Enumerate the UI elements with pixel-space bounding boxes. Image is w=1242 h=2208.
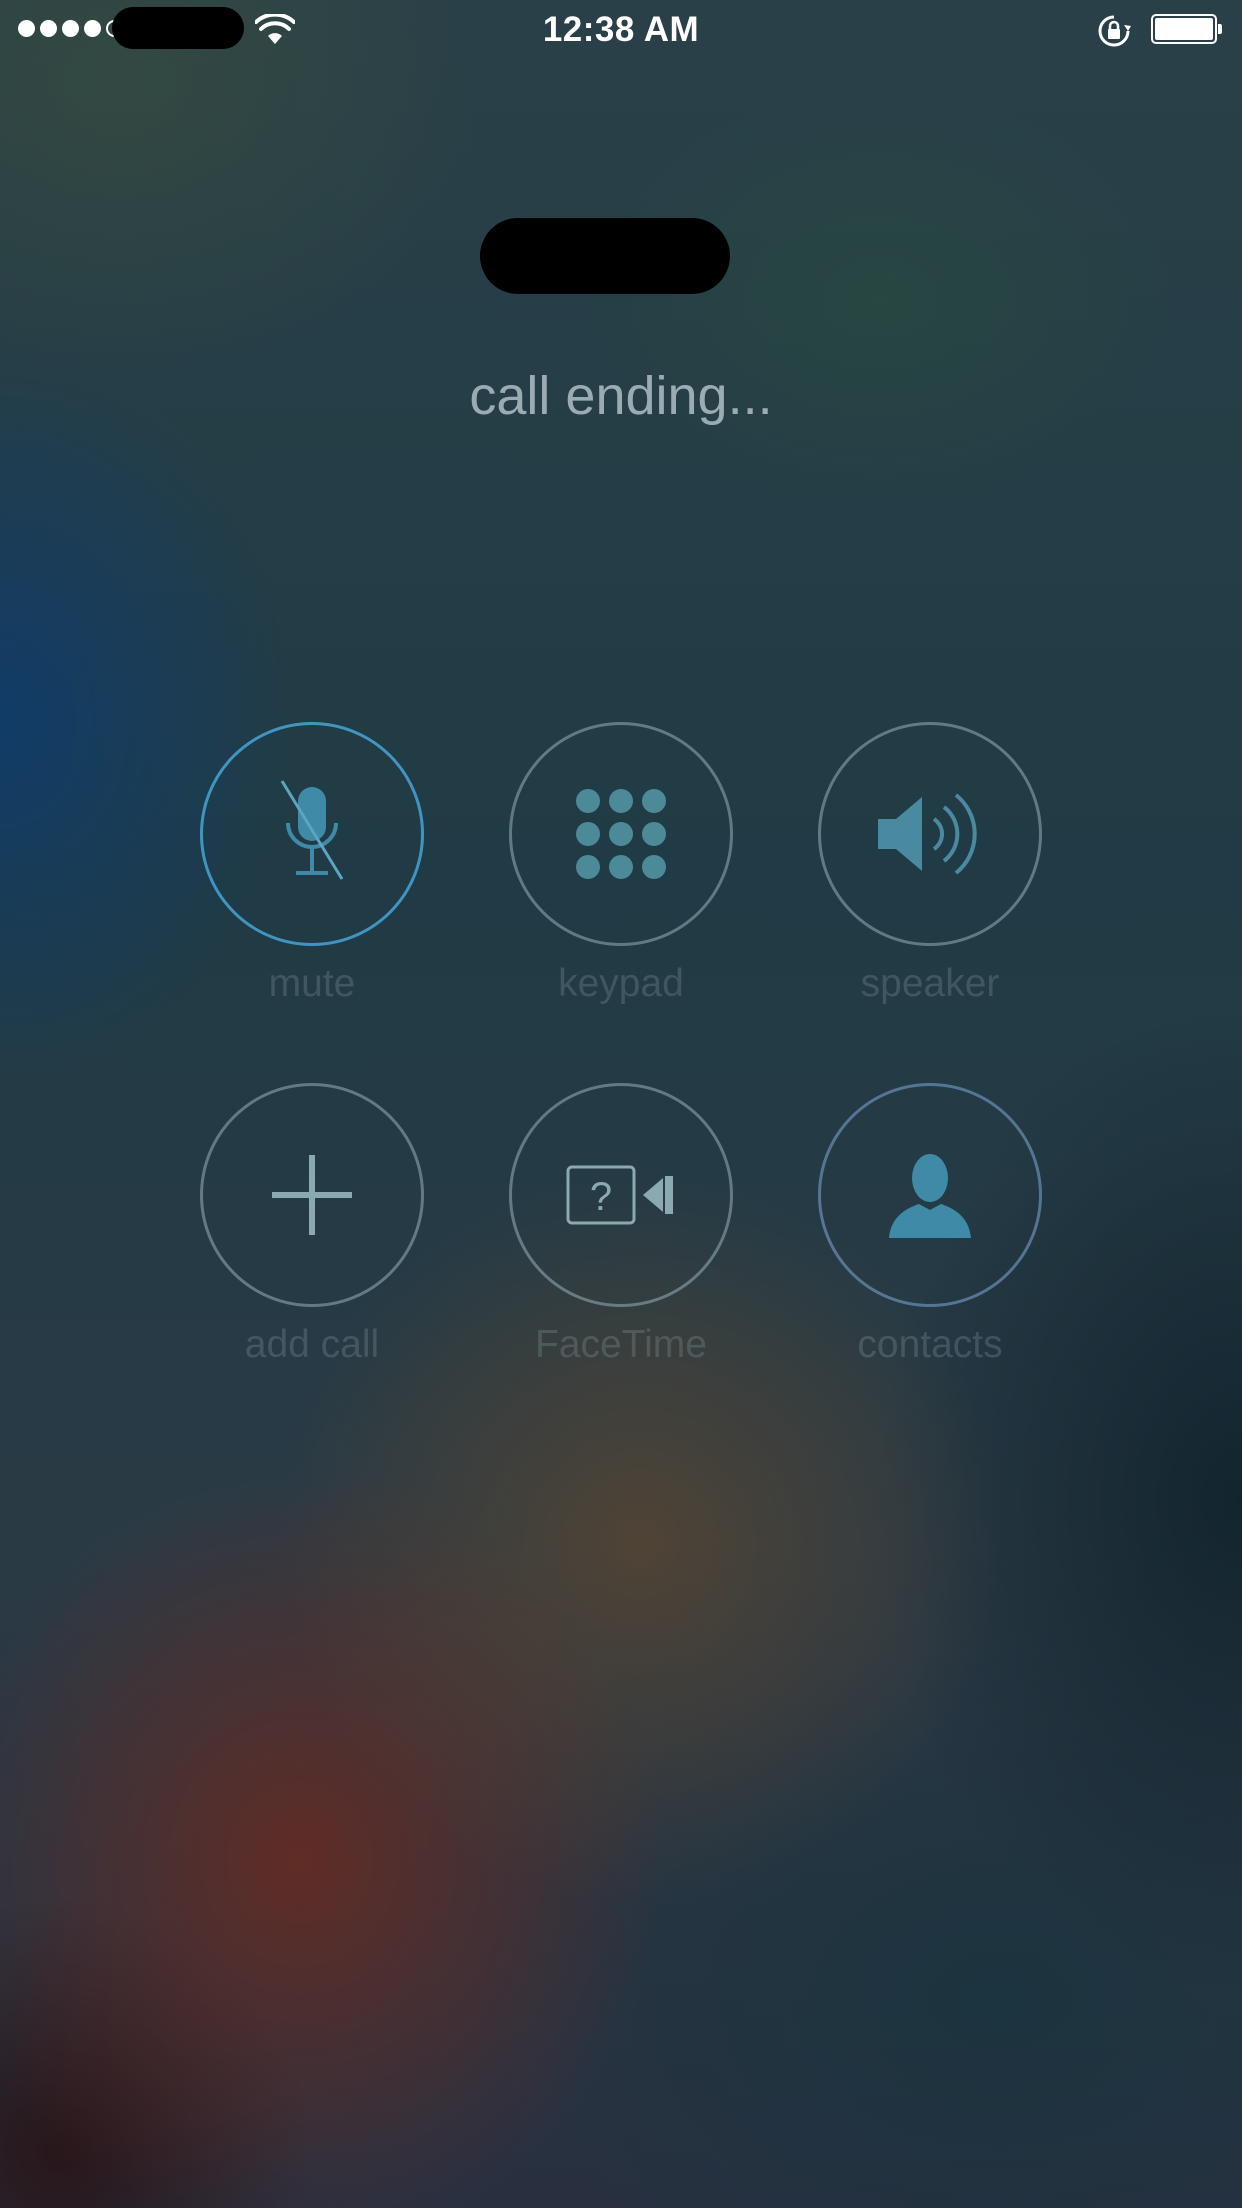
svg-text:?: ?: [590, 1175, 612, 1219]
add-call-button-ring[interactable]: [200, 1083, 424, 1307]
contacts-button[interactable]: contacts: [818, 1083, 1042, 1366]
keypad-button[interactable]: keypad: [509, 722, 733, 1005]
plus-icon: [270, 1153, 354, 1237]
facetime-button[interactable]: ? FaceTime: [509, 1083, 733, 1366]
speaker-icon: [874, 789, 986, 879]
contacts-label: contacts: [857, 1323, 1003, 1366]
facetime-button-ring[interactable]: ?: [509, 1083, 733, 1307]
mute-button[interactable]: mute: [200, 722, 424, 1005]
contact-silhouette-icon: [885, 1150, 975, 1240]
facetime-label: FaceTime: [535, 1323, 707, 1366]
speaker-label: speaker: [860, 962, 1000, 1005]
facetime-question-icon: ?: [565, 1164, 677, 1226]
add-call-label: add call: [244, 1323, 380, 1366]
keypad-grid-icon: [574, 787, 668, 881]
contacts-button-ring[interactable]: [818, 1083, 1042, 1307]
mute-label: mute: [268, 962, 356, 1005]
speaker-button-ring[interactable]: [818, 722, 1042, 946]
mute-button-ring[interactable]: [200, 722, 424, 946]
mute-microphone-icon: [270, 779, 354, 889]
add-call-button[interactable]: add call: [200, 1083, 424, 1366]
keypad-button-ring[interactable]: [509, 722, 733, 946]
call-controls-grid: mute keypad speaker add call ? FaceTime …: [0, 0, 1242, 2208]
keypad-label: keypad: [558, 962, 684, 1005]
speaker-button[interactable]: speaker: [818, 722, 1042, 1005]
